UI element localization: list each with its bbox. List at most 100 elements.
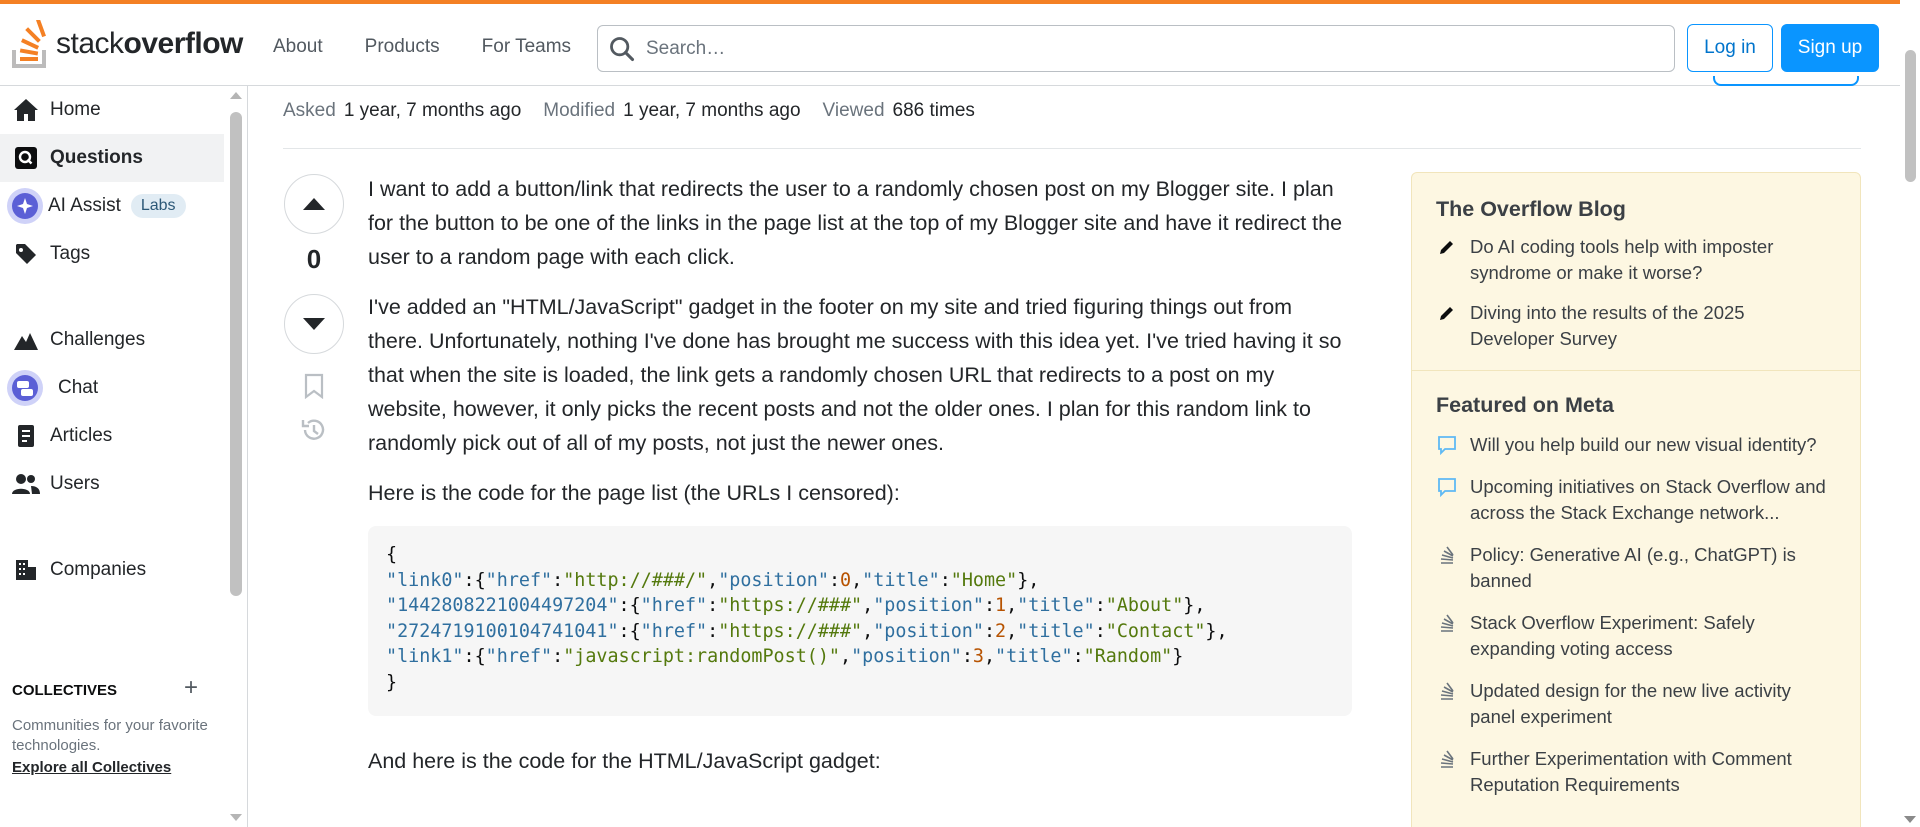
blog-item[interactable]: Do AI coding tools help with imposter sy…	[1412, 234, 1860, 286]
left-sidebar: Home Questions AI Assist Labs Tags Chall…	[0, 86, 248, 827]
search-input[interactable]	[646, 37, 1674, 60]
overflow-blog-heading: The Overflow Blog	[1436, 197, 1626, 221]
pencil-icon	[1436, 236, 1458, 258]
articles-icon	[12, 422, 40, 450]
code-line: "2724719100104741041":{"href":"https://#…	[386, 619, 1334, 645]
sidebar-item-label: Companies	[50, 559, 147, 580]
downvote-button[interactable]	[284, 294, 344, 354]
code-token: 2	[995, 620, 1007, 642]
code-token: "href"	[640, 620, 708, 642]
nav-products[interactable]: Products	[344, 28, 461, 66]
sidebar-item-questions[interactable]: Questions	[0, 134, 224, 182]
meta-item[interactable]: Policy: Generative AI (e.g., ChatGPT) is…	[1412, 542, 1860, 594]
code-token: ,	[983, 646, 996, 667]
code-block: {"link0":{"href":"http://###/","position…	[368, 526, 1352, 716]
meta-item[interactable]: Upcoming initiatives on Stack Overflow a…	[1412, 474, 1860, 526]
home-icon	[12, 96, 40, 124]
labs-badge: Labs	[130, 194, 186, 218]
sidebar-item-challenges[interactable]: Challenges	[0, 316, 224, 364]
sidebar-item-label: Challenges	[50, 329, 146, 350]
code-token: "link0"	[386, 569, 464, 591]
sidebar-item-label: Home	[50, 99, 101, 120]
code-token: "link1"	[386, 646, 464, 667]
explore-collectives-link[interactable]: Explore all Collectives	[12, 759, 171, 776]
divider	[283, 148, 1861, 149]
sidebar-item-companies[interactable]: Companies	[0, 546, 224, 594]
users-icon	[12, 470, 40, 498]
asked-meta: Asked 1 year, 7 months ago	[283, 100, 522, 121]
add-collective-icon[interactable]: +	[184, 674, 198, 702]
code-token: ,	[1006, 595, 1018, 616]
viewed-meta: Viewed 686 times	[822, 100, 975, 121]
comment-icon	[1436, 476, 1458, 498]
meta-item[interactable]: Stack Overflow Experiment: Safely expand…	[1412, 610, 1860, 662]
login-button[interactable]: Log in	[1687, 24, 1773, 72]
sidebar-item-label: Questions	[50, 147, 143, 168]
code-line: {	[386, 542, 1334, 568]
sidebar-item-label: AI Assist	[48, 195, 121, 216]
code-token: ,	[862, 595, 874, 616]
code-token: "position"	[851, 646, 962, 667]
post-paragraph: Here is the code for the page list (the …	[368, 481, 900, 505]
stack-exchange-icon	[1436, 612, 1458, 634]
page-scrollbar[interactable]	[1900, 0, 1920, 827]
sidebar-scroll-up-arrow[interactable]	[230, 92, 242, 99]
meta-item[interactable]: Will you help build our new visual ident…	[1412, 432, 1860, 458]
sidebar-item-tags[interactable]: Tags	[0, 230, 224, 278]
sidebar-scrollbar[interactable]	[228, 86, 244, 827]
sidebar-item-home[interactable]: Home	[0, 86, 224, 134]
code-token: "Home"	[950, 569, 1018, 591]
sidebar-item-chat[interactable]: Chat	[0, 364, 224, 412]
nav-for-teams[interactable]: For Teams	[461, 28, 592, 66]
code-token: :	[552, 646, 564, 667]
code-token: "title"	[862, 569, 940, 591]
code-token: ,	[851, 569, 863, 591]
stackoverflow-logo[interactable]: stackoverflow	[12, 20, 243, 68]
sidebar-scroll-down-arrow[interactable]	[230, 814, 242, 821]
stack-exchange-icon	[1436, 680, 1458, 702]
nav-about[interactable]: About	[252, 28, 344, 66]
bookmark-button[interactable]	[300, 371, 328, 401]
code-token: :	[707, 595, 719, 616]
code-token: "href"	[485, 646, 553, 667]
code-token: "Contact"	[1105, 620, 1206, 642]
code-token: "2724719100104741041"	[386, 620, 619, 642]
meta-item[interactable]: Updated design for the new live activity…	[1412, 678, 1860, 730]
code-token: :	[1094, 620, 1106, 642]
code-token: },	[1205, 620, 1228, 642]
page-scrollbar-down-arrow[interactable]	[1904, 816, 1916, 823]
code-token: :{	[618, 595, 641, 616]
sidebar-item-articles[interactable]: Articles	[0, 412, 224, 460]
sidebar-scrollbar-thumb[interactable]	[230, 112, 242, 596]
code-token: "href"	[640, 595, 708, 616]
code-token: "javascript:randomPost()"	[563, 646, 840, 667]
questions-icon	[12, 144, 40, 172]
downvote-icon	[303, 318, 325, 330]
code-token: "position"	[873, 595, 984, 616]
code-token: "position"	[873, 620, 984, 642]
upvote-button[interactable]	[284, 174, 344, 234]
pencil-icon	[1436, 302, 1458, 324]
sidebar-item-ai-assist[interactable]: AI Assist Labs	[0, 182, 224, 230]
code-token: "href"	[485, 569, 553, 591]
code-token: "https://###"	[718, 595, 863, 616]
code-token: "About"	[1105, 595, 1184, 616]
code-token: },	[1183, 595, 1206, 616]
history-button[interactable]	[298, 414, 330, 446]
code-token: {	[386, 544, 398, 565]
meta-item[interactable]: Further Experimentation with Comment Rep…	[1412, 746, 1860, 798]
code-token: ,	[862, 620, 874, 642]
code-token: 1	[995, 595, 1007, 616]
signup-button[interactable]: Sign up	[1781, 24, 1879, 72]
code-token: }	[386, 671, 398, 693]
page-scrollbar-thumb[interactable]	[1905, 50, 1916, 182]
history-icon	[301, 419, 325, 440]
code-token: :	[1072, 646, 1084, 667]
post-paragraph: And here is the code for the HTML/JavaSc…	[368, 749, 881, 773]
sidebar-item-users[interactable]: Users	[0, 460, 224, 508]
code-token: 0	[840, 569, 852, 591]
code-token: ,	[840, 646, 852, 667]
code-token: :	[1094, 595, 1106, 616]
blog-item[interactable]: Diving into the results of the 2025 Deve…	[1412, 300, 1860, 352]
ask-question-button[interactable]	[1713, 76, 1859, 86]
